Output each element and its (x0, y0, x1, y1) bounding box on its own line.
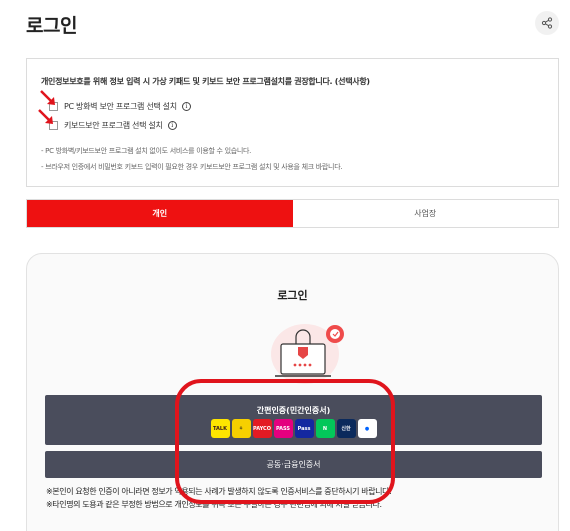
page-title: 로그인 (26, 15, 77, 37)
firewall-label: PC 방화벽 보안 프로그램 선택 설치 (64, 102, 177, 111)
share-button[interactable] (535, 11, 559, 35)
keyboard-security-label: 키보드보안 프로그램 선택 설치 (64, 121, 163, 130)
provider-shinhan-icon[interactable]: 신한 (336, 419, 356, 438)
laptop-lock-illustration (271, 324, 344, 384)
simple-auth-label: 간편인증(민간인증서) (256, 406, 331, 415)
provider-icons: TALK ⚘ PAYCO PASS Pass N 신한 ● (45, 419, 542, 438)
provider-payco-icon[interactable]: PAYCO (252, 419, 272, 438)
option-keyboard-security[interactable]: 키보드보안 프로그램 선택 설치 i (49, 120, 177, 131)
option-firewall[interactable]: PC 방화벽 보안 프로그램 선택 설치 i (49, 101, 191, 112)
provider-toss-icon[interactable]: ● (357, 419, 377, 438)
login-title: 로그인 (277, 289, 308, 302)
provider-toss-like-icon[interactable]: ⚘ (231, 419, 251, 438)
tab-personal[interactable]: 개인 (27, 200, 293, 227)
provider-kakao-icon[interactable]: TALK (210, 419, 230, 438)
security-notice-box: 개인정보보호를 위해 정보 입력 시 가상 키패드 및 키보드 보안 프로그램설… (26, 58, 559, 187)
red-arrow-annotation (38, 109, 53, 124)
provider-pass-icon[interactable]: PASS (273, 419, 293, 438)
warning-text: ※타인명의 도용과 같은 부정한 방법으로 개인정보를 취득 또는 누설하는 경… (46, 500, 382, 509)
notice-note: - 브라우저 인증에서 비밀번호 키보드 입력이 필요한 경우 키보드보안 프로… (41, 163, 343, 171)
login-card: 로그인 간편인증(민간인증서) TALK ⚘ PAYCO PASS Pass N 신한 ● 공… (26, 253, 559, 531)
info-icon[interactable]: i (167, 121, 177, 130)
notice-title: 개인정보보호를 위해 정보 입력 시 가상 키패드 및 키보드 보안 프로그램설… (41, 77, 370, 86)
provider-naver-icon[interactable]: N (315, 419, 335, 438)
share-icon (541, 14, 553, 33)
tab-business[interactable]: 사업장 (292, 200, 558, 227)
info-icon[interactable]: i (181, 102, 191, 111)
simple-auth-button[interactable]: 간편인증(민간인증서) TALK ⚘ PAYCO PASS Pass N 신한 ● (45, 395, 542, 445)
user-type-tabs: 개인 사업장 (26, 199, 559, 228)
joint-cert-button[interactable]: 공동·금융인증서 (45, 451, 542, 478)
warning-text: ※본인이 요청한 인증이 아니라면 정보가 악용되는 사례가 발생하지 않도록 … (46, 487, 392, 496)
notice-note: - PC 방화벽/키보드보안 프로그램 설치 없이도 서비스를 이용할 수 있습… (41, 147, 252, 155)
provider-samsung-pass-icon[interactable]: Pass (294, 419, 314, 438)
